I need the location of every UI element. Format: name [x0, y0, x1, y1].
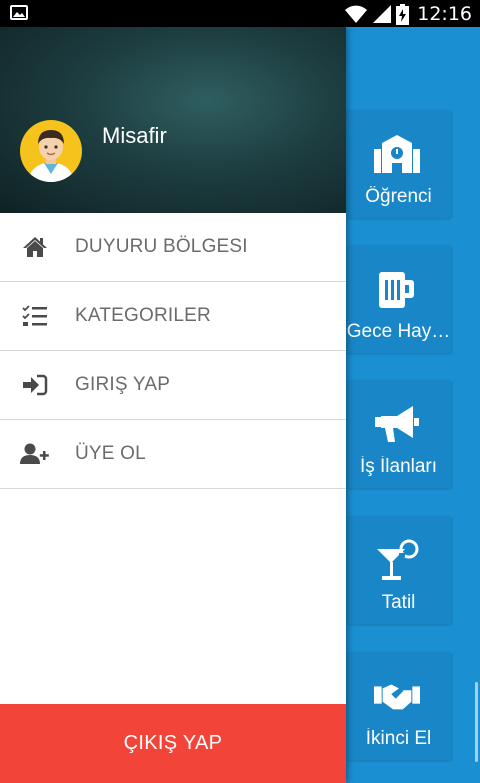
user-name: Misafir	[102, 123, 167, 148]
user-avatar-icon[interactable]	[20, 120, 82, 182]
user-plus-icon	[20, 441, 50, 467]
menu-item-giris-yap[interactable]: GIRIŞ YAP	[0, 351, 346, 420]
cocktail-icon	[374, 538, 420, 582]
category-tile-is-ilanlari[interactable]: İş İlanları	[346, 380, 451, 488]
menu-item-label: DUYURU BÖLGESI	[75, 236, 248, 257]
drawer-menu: DUYURU BÖLGESI KATEGORILER GIRIŞ YAP ÜYE…	[0, 213, 346, 489]
category-label: Gece Hay…	[346, 321, 451, 342]
megaphone-icon	[374, 402, 420, 446]
category-label: İş İlanları	[359, 456, 438, 477]
status-bar: 12:16	[0, 0, 480, 27]
category-list: Öğrenci Gece Hay… İş İlanları Tatil İkin…	[346, 27, 480, 783]
category-label: İkinci El	[365, 728, 432, 749]
category-label: Tatil	[381, 592, 416, 613]
menu-item-kategoriler[interactable]: KATEGORILER	[0, 282, 346, 351]
handshake-icon	[374, 674, 420, 718]
logout-button[interactable]: ÇIKIŞ YAP	[0, 704, 346, 783]
menu-item-label: GIRIŞ YAP	[75, 374, 171, 395]
clock: 12:16	[417, 3, 472, 25]
status-icons: 12:16	[344, 2, 472, 26]
logout-label: ÇIKIŞ YAP	[123, 732, 223, 754]
menu-item-uye-ol[interactable]: ÜYE OL	[0, 420, 346, 489]
signal-icon	[373, 5, 392, 23]
menu-item-label: KATEGORILER	[75, 305, 211, 326]
category-tile-ikinci-el[interactable]: İkinci El	[346, 652, 451, 760]
image-icon	[10, 5, 28, 20]
drawer-header: Misafir	[0, 27, 346, 213]
beer-mug-icon	[374, 267, 420, 311]
navigation-drawer: Misafir DUYURU BÖLGESI KATEGORILER GIRIŞ…	[0, 27, 346, 783]
category-tile-gece-hayati[interactable]: Gece Hay…	[346, 245, 451, 353]
home-icon	[20, 234, 50, 260]
battery-charging-icon	[396, 3, 410, 25]
menu-item-label: ÜYE OL	[75, 443, 146, 464]
checklist-icon	[20, 303, 50, 329]
school-icon	[374, 132, 420, 176]
sign-in-icon	[20, 372, 50, 398]
wifi-icon	[345, 5, 368, 23]
category-tile-tatil[interactable]: Tatil	[346, 516, 451, 624]
category-tile-ogrenci[interactable]: Öğrenci	[346, 110, 451, 218]
category-label: Öğrenci	[365, 186, 432, 207]
menu-item-duyuru-bolgesi[interactable]: DUYURU BÖLGESI	[0, 213, 346, 282]
scrollbar[interactable]	[475, 682, 478, 762]
